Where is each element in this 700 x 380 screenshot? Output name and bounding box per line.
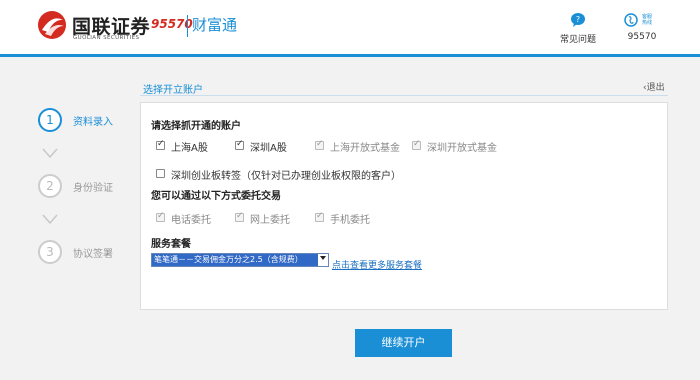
chevron-down-icon bbox=[42, 214, 58, 225]
hotline-label: 95570 bbox=[627, 32, 657, 42]
trade-heading: 您可以通过以下方式委托交易 bbox=[151, 191, 281, 202]
question-bubble-icon: ? bbox=[571, 13, 585, 27]
step-number: 1 bbox=[38, 108, 62, 132]
product-name: 财富通 bbox=[192, 16, 238, 34]
option-label: 上海A股 bbox=[171, 143, 208, 154]
step-label: 资料录入 bbox=[73, 117, 113, 128]
option-label: 上海开放式基金 bbox=[330, 143, 400, 154]
section-divider bbox=[140, 95, 668, 96]
header: 国联证券 GUOLIAN SECURITIES 95570 财富通 ? 常见问题… bbox=[0, 0, 700, 57]
option-label: 网上委托 bbox=[250, 215, 290, 226]
step-number: 2 bbox=[38, 174, 62, 198]
section-title: 选择开立账户 bbox=[143, 85, 203, 96]
step-1: 1 资料录入 bbox=[38, 108, 138, 138]
checkbox-mobile-trade[interactable] bbox=[315, 211, 324, 222]
checkbox-sh-fund[interactable] bbox=[315, 139, 324, 150]
option-label: 深圳开放式基金 bbox=[427, 143, 497, 154]
faq-link[interactable]: ? 常见问题 bbox=[548, 12, 608, 45]
select-value: 笔笔通－－交易佣金万分之2.5（含规费） bbox=[152, 254, 318, 266]
checkbox-phone-trade[interactable] bbox=[156, 211, 165, 222]
header-divider bbox=[187, 15, 188, 37]
guolian-logo-icon bbox=[38, 11, 66, 39]
checkbox-sz-fund[interactable] bbox=[412, 139, 421, 150]
accounts-heading: 请选择抓开通的账户 bbox=[151, 121, 241, 132]
hotline-link[interactable]: 客服热线 95570 bbox=[612, 12, 672, 42]
hotline-icon-text: 客服热线 bbox=[641, 14, 652, 26]
option-label: 深圳创业板转签（仅针对已办理创业板权限的客户） bbox=[171, 171, 401, 182]
phone-icon bbox=[624, 13, 638, 27]
checkbox-sh-a[interactable] bbox=[156, 139, 165, 150]
checkbox-online-trade[interactable] bbox=[235, 211, 244, 222]
step-label: 身份验证 bbox=[73, 183, 113, 194]
checkbox-sz-a[interactable] bbox=[235, 139, 244, 150]
option-label: 深圳A股 bbox=[250, 143, 287, 154]
account-form-panel bbox=[140, 102, 668, 310]
checkbox-gem-transfer[interactable] bbox=[156, 169, 165, 178]
hotline-icon-wrap: 客服热线 bbox=[622, 12, 662, 28]
option-label: 手机委托 bbox=[330, 215, 370, 226]
faq-label: 常见问题 bbox=[559, 35, 596, 45]
exit-label: 退出 bbox=[646, 83, 665, 93]
step-3: 3 协议签署 bbox=[38, 240, 138, 270]
chevron-down-icon bbox=[42, 148, 58, 159]
svg-text:?: ? bbox=[576, 15, 580, 24]
continue-button[interactable]: 继续开户 bbox=[355, 329, 452, 357]
more-packages-link[interactable]: 点击查看更多服务套餐 bbox=[332, 258, 422, 271]
step-label: 协议签署 bbox=[73, 249, 113, 260]
step-number: 3 bbox=[38, 240, 62, 264]
service-heading: 服务套餐 bbox=[151, 239, 191, 250]
service-package-select[interactable]: 笔笔通－－交易佣金万分之2.5（含规费） bbox=[151, 253, 329, 267]
exit-link[interactable]: ‹退出 bbox=[643, 80, 665, 93]
option-label: 电话委托 bbox=[171, 215, 211, 226]
brand-name-en: GUOLIAN SECURITIES bbox=[73, 35, 140, 41]
step-2: 2 身份验证 bbox=[38, 174, 138, 204]
dropdown-arrow-icon bbox=[320, 256, 326, 260]
